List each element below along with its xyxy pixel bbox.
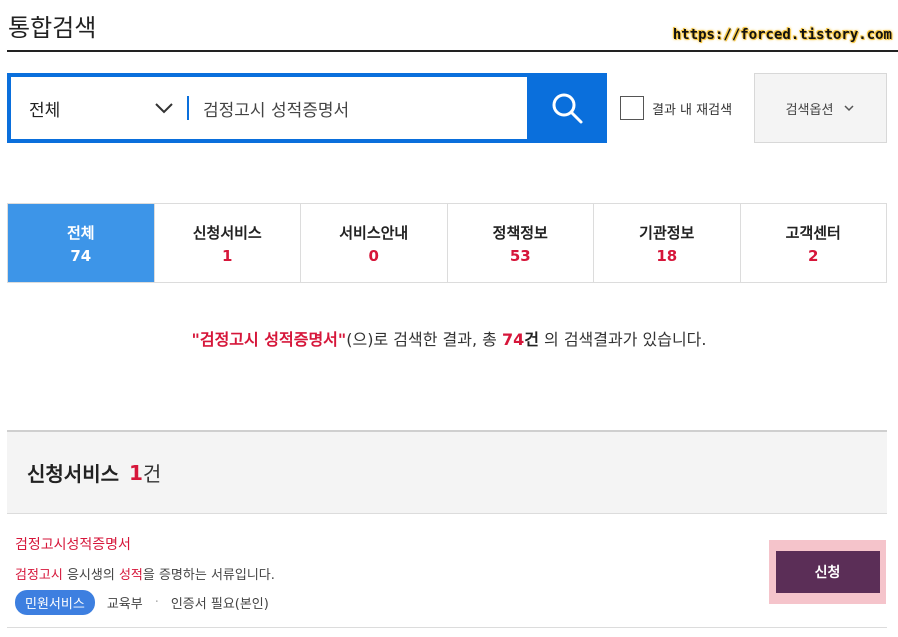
section-title: 신청서비스 xyxy=(27,462,119,486)
tab-count: 0 xyxy=(368,246,379,265)
checkbox-box[interactable] xyxy=(620,96,644,120)
desc-text: 을 증명하는 서류입니다. xyxy=(142,568,275,583)
meta-separator: · xyxy=(154,595,159,610)
cert-requirement: 인증서 필요(본인) xyxy=(170,597,269,612)
chevron-down-icon xyxy=(155,103,173,114)
desc-text: 응시생의 xyxy=(62,568,119,583)
summary-count: 74 xyxy=(501,330,525,349)
chevron-down-icon xyxy=(844,105,854,112)
search-box: 전체 xyxy=(7,73,607,143)
rescan-label: 결과 내 재검색 xyxy=(652,102,733,118)
summary-text: (으)로 검색한 결과, 총 xyxy=(346,330,502,349)
tab-label: 정책정보 xyxy=(492,223,548,242)
page-title: 통합검색 xyxy=(8,14,97,42)
section-unit: 건 xyxy=(142,462,162,486)
section-header: 신청서비스 1건 xyxy=(7,430,887,514)
tab-count: 53 xyxy=(509,246,531,265)
apply-button[interactable]: 신청 xyxy=(775,551,880,593)
list-item: 검정고시성적증명서 검정고시 응시생의 성적을 증명하는 서류입니다. 민원서비… xyxy=(7,514,887,628)
search-options-label: 검색옵션 xyxy=(785,102,834,118)
apply-highlight: 신청 xyxy=(769,540,886,604)
tab-agency-info[interactable]: 기관정보 18 xyxy=(593,204,740,282)
tab-count: 74 xyxy=(70,246,92,265)
desc-highlight: 성적 xyxy=(118,568,143,583)
tab-service-guide[interactable]: 서비스안내 0 xyxy=(300,204,447,282)
tab-all[interactable]: 전체 74 xyxy=(8,204,154,282)
tab-application-service[interactable]: 신청서비스 1 xyxy=(153,204,301,282)
tab-label: 신청서비스 xyxy=(192,223,262,242)
tab-customer-center[interactable]: 고객센터 2 xyxy=(739,204,887,282)
tab-label: 전체 xyxy=(66,223,95,242)
tab-label: 서비스안내 xyxy=(339,223,409,242)
tab-policy-info[interactable]: 정책정보 53 xyxy=(446,204,594,282)
category-tabs: 전체 74 신청서비스 1 서비스안내 0 정책정보 53 기관정보 18 고객… xyxy=(7,203,887,283)
tab-label: 기관정보 xyxy=(639,223,695,242)
summary-keyword: "검정고시 성적증명서" xyxy=(191,330,347,349)
desc-highlight: 검정고시 xyxy=(15,568,63,583)
result-summary: "검정고시 성적증명서"(으)로 검색한 결과, 총 74건 의 검색결과가 있… xyxy=(0,326,898,350)
tab-count: 1 xyxy=(222,246,233,265)
tab-count: 18 xyxy=(656,246,678,265)
rescan-checkbox[interactable]: 결과 내 재검색 xyxy=(620,96,732,120)
category-badge: 민원서비스 xyxy=(15,590,95,615)
search-button[interactable] xyxy=(527,73,607,143)
search-icon xyxy=(552,93,583,124)
category-value: 전체 xyxy=(29,100,61,121)
item-description: 검정고시 응시생의 성적을 증명하는 서류입니다. xyxy=(15,564,275,583)
watermark: https://forced.tistory.com xyxy=(672,27,892,43)
agency-name: 교육부 xyxy=(106,597,143,612)
summary-unit: 건 xyxy=(524,330,539,349)
category-select[interactable]: 전체 xyxy=(11,77,187,139)
tab-label: 고객센터 xyxy=(785,223,841,242)
title-divider xyxy=(7,50,898,52)
section-count: 1 xyxy=(129,460,143,485)
tab-count: 2 xyxy=(808,246,819,265)
summary-text-end: 의 검색결과가 있습니다. xyxy=(538,330,707,349)
item-meta: 민원서비스 교육부 · 인증서 필요(본인) xyxy=(15,590,269,615)
item-title-link[interactable]: 검정고시성적증명서 xyxy=(15,534,131,554)
search-options-button[interactable]: 검색옵션 xyxy=(754,73,887,143)
